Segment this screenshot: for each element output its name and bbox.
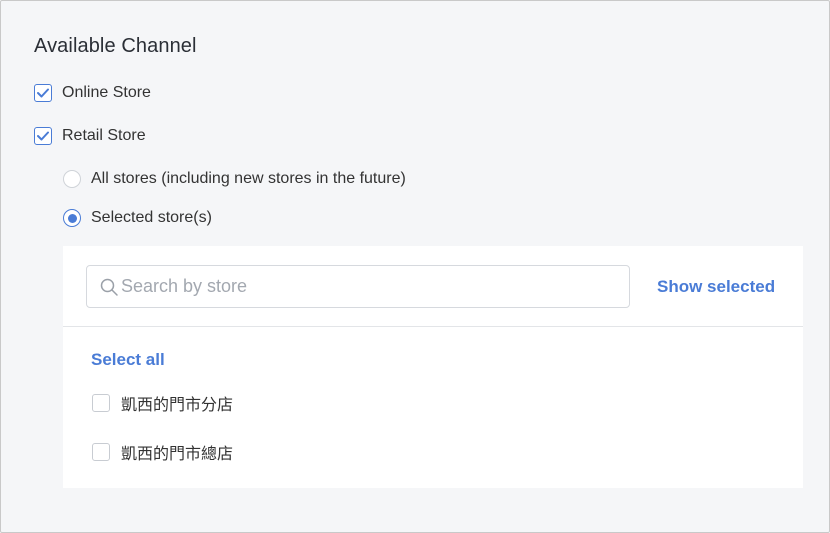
section-title: Available Channel [34,35,197,57]
online-store-checkbox-row[interactable]: Online Store [34,83,151,103]
check-icon [37,131,49,141]
divider [63,326,803,327]
radio-all-stores-row[interactable]: All stores (including new stores in the … [63,169,406,189]
store-search-input[interactable] [121,276,601,297]
radio-dot [67,213,77,223]
store-checkbox[interactable] [92,443,110,461]
store-picker-panel: Show selected Select all 凱西的門市分店 凱西的門市總店 [63,246,803,488]
retail-store-label: Retail Store [62,127,146,144]
radio-all-stores[interactable] [63,170,81,188]
online-store-checkbox[interactable] [34,84,52,102]
online-store-label: Online Store [62,84,151,101]
select-all-link[interactable]: Select all [91,350,165,370]
store-label: 凱西的門市總店 [121,446,234,463]
check-icon [37,88,49,98]
retail-store-checkbox-row[interactable]: Retail Store [34,126,146,146]
store-list-item[interactable]: 凱西的門市總店 [92,442,234,463]
store-search-box[interactable] [86,265,630,308]
show-selected-link[interactable]: Show selected [657,277,775,297]
store-list-item[interactable]: 凱西的門市分店 [92,393,234,414]
store-checkbox[interactable] [92,394,110,412]
channel-settings-card: Available Channel Online Store Retail St… [0,0,830,533]
retail-store-checkbox[interactable] [34,127,52,145]
store-label: 凱西的門市分店 [121,397,234,414]
radio-selected-stores[interactable] [63,209,81,227]
radio-all-stores-label: All stores (including new stores in the … [91,170,406,187]
radio-selected-stores-row[interactable]: Selected store(s) [63,208,212,228]
search-icon [99,277,119,297]
radio-selected-stores-label: Selected store(s) [91,209,212,226]
